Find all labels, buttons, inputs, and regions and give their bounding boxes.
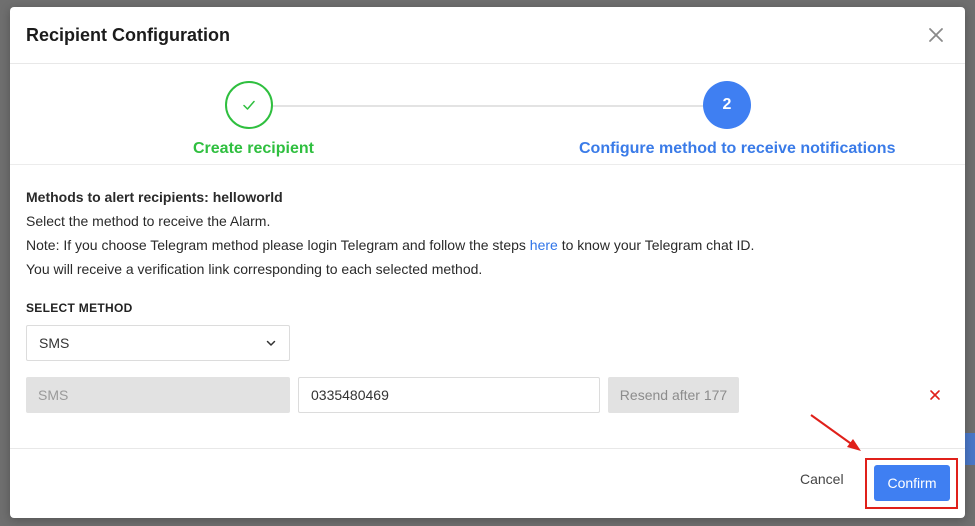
method-type-field: SMS — [26, 377, 290, 413]
background-button-fragment — [965, 433, 975, 465]
chevron-down-icon — [266, 340, 276, 346]
modal-content: Methods to alert recipients: helloworld … — [10, 165, 965, 413]
recipient-configuration-modal: Recipient Configuration 2 Create recipie… — [10, 7, 965, 518]
check-icon — [243, 100, 255, 110]
resend-button[interactable]: Resend after 177 — [608, 377, 739, 413]
select-method-label: SELECT METHOD — [26, 301, 133, 315]
cancel-button[interactable]: Cancel — [800, 471, 844, 487]
background-page — [0, 70, 10, 510]
modal-header: Recipient Configuration — [10, 7, 965, 64]
note-prefix: Note: If you choose Telegram method plea… — [26, 237, 530, 253]
step-connector-line — [273, 105, 703, 107]
modal-footer: Cancel Confirm — [10, 448, 965, 518]
modal-title: Recipient Configuration — [26, 24, 230, 45]
close-icon[interactable] — [925, 24, 947, 46]
method-select[interactable]: SMS — [26, 325, 290, 361]
step-1-completed — [225, 81, 273, 129]
method-row: SMS Resend after 177 — [26, 377, 949, 413]
stepper: 2 Create recipient Configure method to r… — [10, 64, 965, 165]
step-2-number: 2 — [703, 81, 751, 129]
telegram-help-link[interactable]: here — [530, 237, 558, 253]
info-line-verification: You will receive a verification link cor… — [26, 261, 483, 277]
remove-icon[interactable] — [929, 388, 941, 400]
note-suffix: to know your Telegram chat ID. — [557, 237, 755, 253]
step-1-label: Create recipient — [193, 140, 314, 157]
phone-number-input[interactable] — [298, 377, 600, 413]
info-note: Note: If you choose Telegram method plea… — [26, 233, 949, 257]
info-title: Methods to alert recipients: helloworld — [26, 189, 283, 205]
method-select-value: SMS — [39, 335, 70, 351]
info-line-select: Select the method to receive the Alarm. — [26, 213, 271, 229]
step-2-label: Configure method to receive notification… — [579, 140, 896, 157]
confirm-button[interactable]: Confirm — [874, 465, 950, 501]
